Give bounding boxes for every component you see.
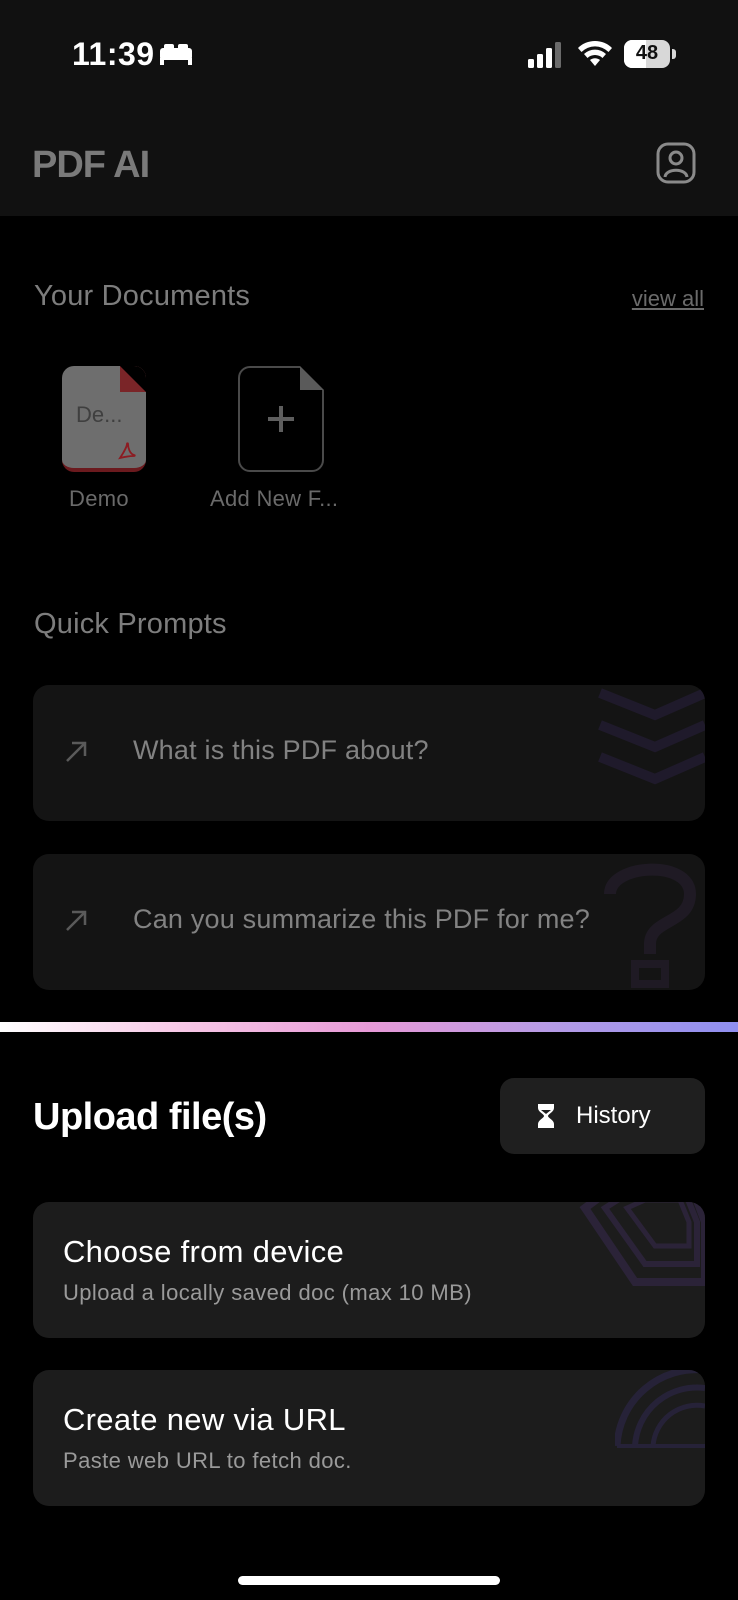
history-label: History (576, 1102, 651, 1129)
profile-icon[interactable] (656, 142, 696, 184)
history-button[interactable]: History (500, 1078, 705, 1154)
option-title: Create new via URL (63, 1402, 346, 1437)
hourglass-icon (538, 1104, 554, 1128)
hexagon-decoration-icon (579, 1202, 705, 1286)
battery-indicator: 48 (624, 40, 676, 68)
quick-prompt-card[interactable]: Can you summarize this PDF for me? (33, 854, 705, 990)
sheet-gradient-border (0, 1022, 738, 1032)
app-title: PDF AI (32, 144, 150, 186)
option-title: Choose from device (63, 1234, 345, 1269)
arrow-up-right-icon (66, 910, 87, 931)
cellular-signal-icon (528, 42, 561, 68)
status-bar: 11:39 48 (0, 0, 738, 110)
wifi-icon (578, 40, 612, 66)
arrow-up-right-icon (66, 741, 87, 762)
question-mark-decoration-icon (604, 863, 697, 988)
document-label-demo: Demo (69, 486, 129, 511)
plus-icon (268, 406, 294, 432)
document-thumbnail-text: De... (76, 402, 123, 427)
arc-decoration-icon (615, 1370, 705, 1448)
quick-prompt-card[interactable]: What is this PDF about? (33, 685, 705, 821)
option-subtitle: Paste web URL to fetch doc. (63, 1448, 352, 1473)
upload-sheet: Upload file(s) History Choose from devic… (0, 1032, 738, 1600)
option-subtitle: Upload a locally saved doc (max 10 MB) (63, 1280, 472, 1305)
create-via-url-option[interactable]: Create new via URL Paste web URL to fetc… (33, 1370, 705, 1506)
app-header: PDF AI (0, 110, 738, 216)
status-time: 11:39 (72, 36, 155, 72)
add-new-file-label: Add New F... (210, 486, 339, 511)
battery-percentage: 48 (635, 42, 659, 64)
quick-prompt-text: What is this PDF about? (133, 735, 429, 765)
pdf-icon (118, 442, 136, 460)
document-thumbnail-demo[interactable]: De... (62, 366, 146, 472)
quick-prompts-section-title: Quick Prompts (34, 608, 227, 640)
add-new-file-button[interactable] (238, 366, 324, 472)
upload-sheet-title: Upload file(s) (33, 1096, 267, 1138)
choose-from-device-option[interactable]: Choose from device Upload a locally save… (33, 1202, 705, 1338)
quick-prompt-text: Can you summarize this PDF for me? (133, 904, 590, 934)
view-all-link[interactable]: view all (632, 286, 704, 312)
sleep-focus-icon (160, 44, 192, 65)
home-indicator[interactable] (238, 1576, 500, 1585)
documents-section-title: Your Documents (34, 280, 251, 312)
chevron-decoration-icon (598, 688, 705, 785)
